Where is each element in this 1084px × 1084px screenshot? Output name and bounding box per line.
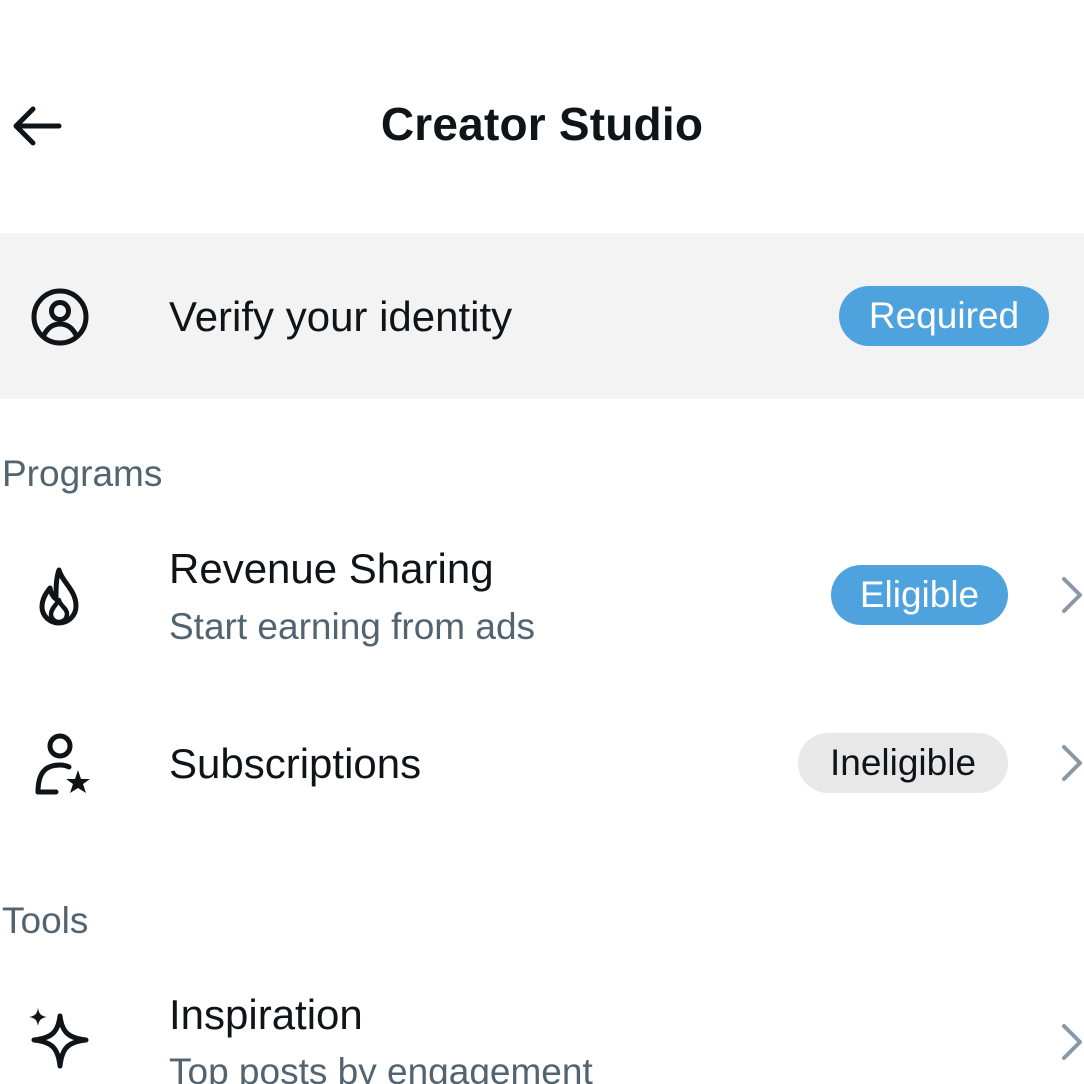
person-star-icon bbox=[35, 733, 90, 795]
inspiration-subtitle: Top posts by engagement bbox=[169, 1051, 593, 1084]
sparkle-icon bbox=[29, 1008, 89, 1069]
inspiration-row[interactable]: Inspiration Top posts by engagement bbox=[0, 978, 1084, 1084]
chevron-right-icon bbox=[1062, 1024, 1082, 1060]
header: Creator Studio bbox=[0, 80, 1084, 170]
creator-studio-screen: Creator Studio Verify your identity Requ… bbox=[0, 0, 1084, 1084]
flame-icon bbox=[39, 567, 79, 626]
eligible-badge: Eligible bbox=[831, 565, 1008, 625]
chevron-right-icon bbox=[1062, 577, 1082, 613]
page-title: Creator Studio bbox=[380, 98, 704, 150]
revenue-sharing-title: Revenue Sharing bbox=[169, 545, 494, 592]
verify-identity-card[interactable]: Verify your identity Required bbox=[0, 233, 1084, 399]
tools-heading: Tools bbox=[2, 900, 89, 941]
subscriptions-row[interactable]: Subscriptions Ineligible bbox=[0, 714, 1084, 824]
user-circle-icon bbox=[31, 288, 89, 346]
verify-identity-label: Verify your identity bbox=[169, 293, 513, 340]
revenue-sharing-row[interactable]: Revenue Sharing Start earning from ads E… bbox=[0, 530, 1084, 660]
inspiration-title: Inspiration bbox=[169, 991, 363, 1038]
subscriptions-title: Subscriptions bbox=[169, 740, 422, 787]
programs-heading: Programs bbox=[2, 453, 163, 494]
ineligible-badge: Ineligible bbox=[798, 733, 1008, 793]
revenue-sharing-subtitle: Start earning from ads bbox=[169, 606, 536, 647]
chevron-right-icon bbox=[1062, 745, 1082, 781]
required-badge: Required bbox=[839, 286, 1049, 346]
